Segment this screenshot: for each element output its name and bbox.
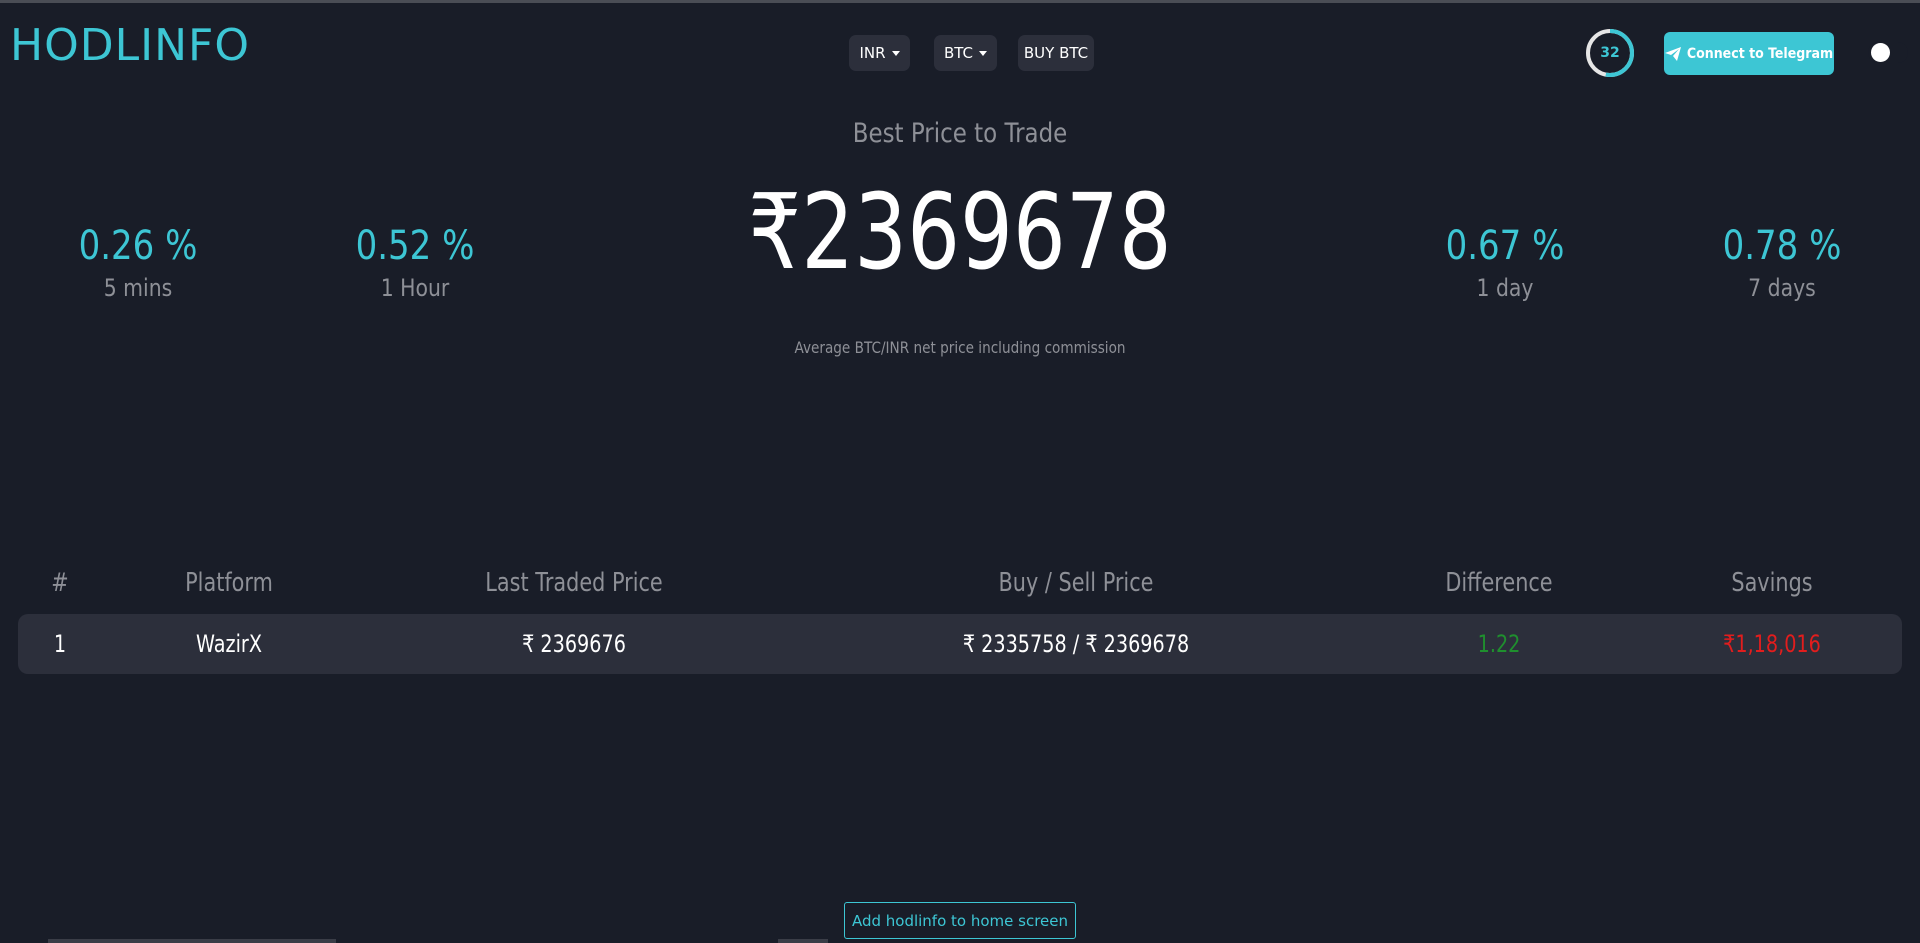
row-last-price: ₹ 2369676 (522, 630, 626, 658)
buy-btc-button[interactable]: BUY BTC (1018, 35, 1094, 71)
col-header-rank: # (51, 568, 69, 598)
best-price-title: Best Price to Trade (852, 118, 1068, 149)
buy-btc-label: BUY BTC (1023, 44, 1089, 62)
col-header-last-price: Last Traded Price (485, 568, 663, 598)
scrollbar-thumb[interactable] (778, 939, 828, 943)
caret-down-icon (979, 50, 988, 56)
col-header-platform: Platform (185, 568, 273, 598)
connect-telegram-button[interactable]: Connect to Telegram (1664, 32, 1834, 75)
toggle-knob (1871, 43, 1890, 62)
stat-5-mins: 0.26 % 5 mins (28, 222, 248, 302)
coin-select-label: BTC (943, 44, 974, 62)
stat-value: 0.67 % (1445, 223, 1565, 269)
currency-select[interactable]: INR (849, 35, 910, 71)
timer-value: 32 (1600, 45, 1620, 61)
stat-value: 0.52 % (355, 223, 475, 269)
telegram-label: Connect to Telegram (1686, 45, 1834, 62)
refresh-timer: 32 (1585, 28, 1635, 78)
col-header-difference: Difference (1445, 568, 1553, 598)
theme-toggle[interactable] (1868, 42, 1908, 63)
add-to-home-button[interactable]: Add hodlinfo to home screen (844, 902, 1076, 939)
row-platform: WazirX (196, 630, 262, 658)
stat-label: 1 Hour (380, 274, 450, 302)
col-header-buy-sell: Buy / Sell Price (998, 568, 1154, 598)
top-border (0, 0, 1920, 3)
row-buy-sell: ₹ 2335758 / ₹ 2369678 (962, 630, 1190, 658)
row-rank: 1 (53, 630, 67, 658)
stat-1-hour: 0.52 % 1 Hour (305, 222, 525, 302)
currency-select-label: INR (859, 44, 886, 62)
paper-plane-icon (1664, 46, 1681, 61)
logo: HODLINFO (10, 20, 250, 71)
row-savings: ₹1,18,016 (1723, 630, 1821, 658)
coin-select[interactable]: BTC (934, 35, 997, 71)
stat-label: 5 mins (103, 274, 173, 302)
stat-value: 0.78 % (1722, 223, 1842, 269)
col-header-savings: Savings (1731, 568, 1813, 598)
stat-value: 0.26 % (78, 223, 198, 269)
stat-7-days: 0.78 % 7 days (1672, 222, 1892, 302)
row-difference: 1.22 (1477, 630, 1521, 658)
price-note: Average BTC/INR net price including comm… (794, 338, 1126, 357)
stat-label: 7 days (1748, 274, 1816, 302)
caret-down-icon (891, 50, 900, 56)
scrollbar-track[interactable] (48, 939, 336, 943)
stat-label: 1 day (1476, 274, 1534, 302)
stat-1-day: 0.67 % 1 day (1395, 222, 1615, 302)
